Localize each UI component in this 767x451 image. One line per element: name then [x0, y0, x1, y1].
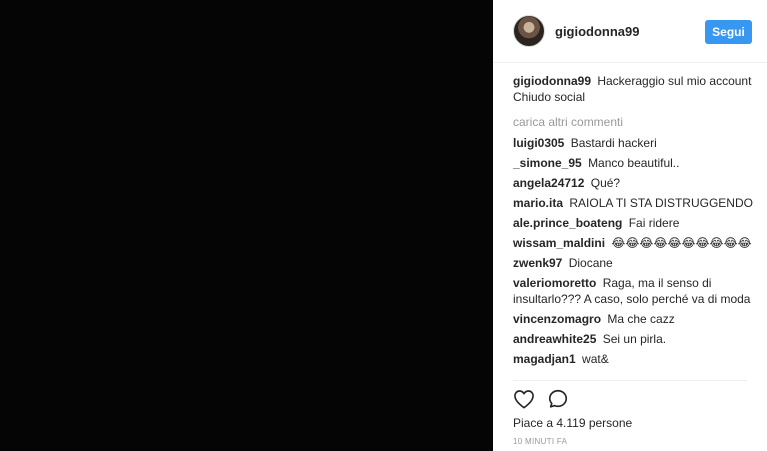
comment-item: vincenzomagro Ma che cazz [513, 311, 757, 327]
heart-icon[interactable] [513, 388, 535, 410]
load-more-comments-link[interactable]: carica altri commenti [513, 114, 757, 130]
post-caption: gigiodonna99 Hackeraggio sul mio account… [513, 73, 757, 105]
post-side-panel: gigiodonna99 Segui gigiodonna99 Hackerag… [493, 0, 767, 451]
actions-divider [513, 380, 747, 381]
comment-username[interactable]: andreawhite25 [513, 332, 596, 346]
comment-item: ale.prince_boateng Fai ridere [513, 215, 757, 231]
comment-item: magadjan1 wat& [513, 351, 757, 367]
comment-username[interactable]: _simone_95 [513, 156, 582, 170]
comment-text: Bastardi hackeri [570, 136, 657, 150]
comment-text: Ma che cazz [607, 312, 675, 326]
avatar[interactable] [513, 15, 545, 47]
comment-text: RAIOLA TI STA DISTRUGGENDO [569, 196, 753, 210]
follow-button[interactable]: Segui [705, 20, 752, 44]
post-timestamp: 10 MINUTI FA [513, 437, 568, 446]
post-media[interactable] [0, 0, 493, 451]
comment-username[interactable]: mario.ita [513, 196, 563, 210]
comment-item: zwenk97 Diocane [513, 255, 757, 271]
comment-text: Fai ridere [628, 216, 680, 230]
likes-count[interactable]: Piace a 4.119 persone [513, 416, 632, 430]
comment-item: angela24712 Qué? [513, 175, 757, 191]
comment-username[interactable]: vincenzomagro [513, 312, 601, 326]
comment-text: Sei un pirla. [602, 332, 667, 346]
post-header: gigiodonna99 Segui [493, 0, 767, 63]
comment-bubble-icon[interactable] [547, 388, 569, 410]
comments-list[interactable]: gigiodonna99 Hackeraggio sul mio account… [513, 73, 757, 378]
comment-text: Qué? [590, 176, 621, 190]
comment-item: mario.ita RAIOLA TI STA DISTRUGGENDO [513, 195, 757, 211]
author-username[interactable]: gigiodonna99 [555, 24, 640, 39]
comment-username[interactable]: angela24712 [513, 176, 584, 190]
caption-username[interactable]: gigiodonna99 [513, 74, 591, 88]
comment-username[interactable]: valeriomoretto [513, 276, 596, 290]
comment-item: valeriomoretto Raga, ma il senso di insu… [513, 275, 757, 307]
comment-item: andreawhite25 Sei un pirla. [513, 331, 757, 347]
comment-username[interactable]: luigi0305 [513, 136, 564, 150]
comment-username[interactable]: magadjan1 [513, 352, 576, 366]
comment-item: luigi0305 Bastardi hackeri [513, 135, 757, 151]
comment-text: Manco beautiful.. [588, 156, 680, 170]
comment-username[interactable]: ale.prince_boateng [513, 216, 622, 230]
comment-text: wat& [582, 352, 609, 366]
comment-item: _simone_95 Manco beautiful.. [513, 155, 757, 171]
comment-username[interactable]: zwenk97 [513, 256, 562, 270]
comment-text: Diocane [568, 256, 613, 270]
comment-username[interactable]: wissam_maldini [513, 236, 605, 250]
comment-item: wissam_maldini 😂😂😂😂😂😂😂😂😂😂 [513, 235, 757, 251]
post-actions [513, 388, 569, 412]
comment-text: 😂😂😂😂😂😂😂😂😂😂 [611, 236, 752, 250]
